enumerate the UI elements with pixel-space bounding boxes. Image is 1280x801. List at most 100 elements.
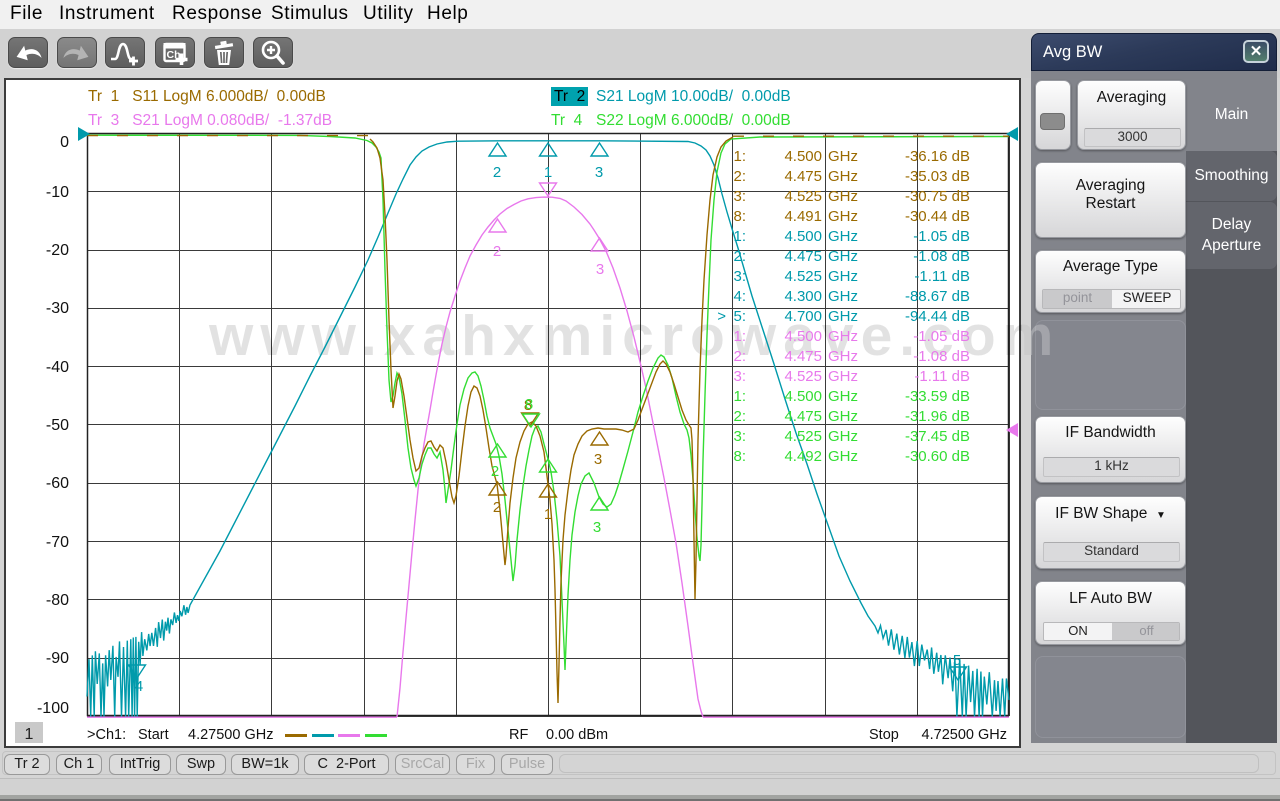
svg-text:-1.11 dB: -1.11 dB xyxy=(914,268,970,285)
svg-text:Tr 4: Tr 4 xyxy=(551,112,583,129)
svg-text:3:: 3: xyxy=(733,428,746,445)
svg-text:4.525: 4.525 xyxy=(784,188,822,205)
svg-text:4.475: 4.475 xyxy=(784,168,822,185)
svg-text:Tr 1 S11 LogM 6.000dB/ 0.0: Tr 1 S11 LogM 6.000dB/ 0.00dB xyxy=(88,88,326,105)
svg-text:2:: 2: xyxy=(733,348,746,365)
svg-text:4:: 4: xyxy=(733,288,746,305)
svg-text:>Ch1:: >Ch1: xyxy=(87,727,126,743)
svg-text:2: 2 xyxy=(493,243,501,260)
svg-text:3:: 3: xyxy=(733,188,746,205)
svg-text:1:: 1: xyxy=(733,228,746,245)
svg-text:4.72500 GHz: 4.72500 GHz xyxy=(922,727,1007,743)
svg-text:GHz: GHz xyxy=(828,288,858,305)
svg-text:2: 2 xyxy=(491,463,499,480)
svg-text:3: 3 xyxy=(593,519,601,536)
svg-text:4: 4 xyxy=(135,678,143,695)
svg-text:-30.60 dB: -30.60 dB xyxy=(905,448,970,465)
svg-text:4.300: 4.300 xyxy=(784,288,822,305)
svg-text:GHz: GHz xyxy=(828,148,858,165)
svg-text:-1.08 dB: -1.08 dB xyxy=(913,348,970,365)
svg-text:-60: -60 xyxy=(46,475,69,492)
svg-text:3: 3 xyxy=(594,451,602,468)
svg-text:-1.05 dB: -1.05 dB xyxy=(913,228,970,245)
svg-text:GHz: GHz xyxy=(828,268,858,285)
svg-text:-50: -50 xyxy=(46,417,69,434)
svg-text:GHz: GHz xyxy=(828,188,858,205)
svg-text:1: 1 xyxy=(544,164,552,181)
svg-text:-37.45 dB: -37.45 dB xyxy=(905,428,970,445)
svg-text:Tr 2: Tr 2 xyxy=(554,88,585,105)
svg-text:1:: 1: xyxy=(733,148,746,165)
svg-text:3: 3 xyxy=(596,261,604,278)
svg-text:-31.96 dB: -31.96 dB xyxy=(905,408,970,425)
svg-text:GHz: GHz xyxy=(828,228,858,245)
svg-text:-33.59 dB: -33.59 dB xyxy=(905,388,970,405)
svg-text:4.475: 4.475 xyxy=(784,248,822,265)
svg-text:4.700: 4.700 xyxy=(784,308,822,325)
svg-text:GHz: GHz xyxy=(828,428,858,445)
svg-text:-36.16 dB: -36.16 dB xyxy=(905,148,970,165)
svg-text:>: > xyxy=(717,308,726,325)
svg-text:-40: -40 xyxy=(46,359,69,376)
svg-text:4.500: 4.500 xyxy=(784,328,822,345)
svg-text:GHz: GHz xyxy=(828,348,858,365)
svg-text:S22 LogM 6.000dB/ 0.00dB: S22 LogM 6.000dB/ 0.00dB xyxy=(596,112,791,129)
svg-text:4.500: 4.500 xyxy=(784,228,822,245)
svg-text:-88.67 dB: -88.67 dB xyxy=(905,288,970,305)
svg-text:5:: 5: xyxy=(733,308,746,325)
svg-text:4.475: 4.475 xyxy=(784,408,822,425)
svg-text:S21 LogM 10.00dB/ 0.00dB: S21 LogM 10.00dB/ 0.00dB xyxy=(596,88,791,105)
svg-text:Tr 3 S21 LogM 0.080dB/ -1.: Tr 3 S21 LogM 0.080dB/ -1.37dB xyxy=(88,112,332,129)
svg-text:GHz: GHz xyxy=(828,328,858,345)
svg-text:-1.05 dB: -1.05 dB xyxy=(913,328,970,345)
svg-text:3: 3 xyxy=(595,164,603,181)
svg-text:1:: 1: xyxy=(733,328,746,345)
svg-text:GHz: GHz xyxy=(828,448,858,465)
svg-text:GHz: GHz xyxy=(828,168,858,185)
svg-text:-30: -30 xyxy=(46,300,69,317)
svg-text:RF: RF xyxy=(509,727,528,743)
svg-text:2:: 2: xyxy=(733,408,746,425)
svg-text:2:: 2: xyxy=(733,168,746,185)
svg-text:-80: -80 xyxy=(46,592,69,609)
svg-text:1: 1 xyxy=(25,726,34,743)
svg-text:2:: 2: xyxy=(733,248,746,265)
svg-text:4.525: 4.525 xyxy=(784,428,822,445)
svg-text:GHz: GHz xyxy=(828,308,858,325)
svg-text:4.525: 4.525 xyxy=(784,268,822,285)
svg-text:0: 0 xyxy=(60,134,69,151)
svg-text:8:: 8: xyxy=(733,448,746,465)
svg-text:8:: 8: xyxy=(733,208,746,225)
svg-text:0.00 dBm: 0.00 dBm xyxy=(546,727,608,743)
svg-text:4.492: 4.492 xyxy=(784,448,822,465)
svg-text:1:: 1: xyxy=(733,388,746,405)
svg-text:Stop: Stop xyxy=(869,727,899,743)
svg-text:4.491: 4.491 xyxy=(784,208,822,225)
svg-text:-20: -20 xyxy=(46,242,69,259)
svg-text:GHz: GHz xyxy=(828,388,858,405)
svg-text:5: 5 xyxy=(953,652,961,669)
svg-text:-1.08 dB: -1.08 dB xyxy=(913,248,970,265)
svg-text:3:: 3: xyxy=(733,268,746,285)
svg-text:-1.11 dB: -1.11 dB xyxy=(914,368,970,385)
svg-text:-30.75 dB: -30.75 dB xyxy=(905,188,970,205)
svg-text:2: 2 xyxy=(493,499,501,516)
svg-text:GHz: GHz xyxy=(828,408,858,425)
svg-text:4.500: 4.500 xyxy=(784,148,822,165)
svg-text:Start: Start xyxy=(138,727,169,743)
svg-text:4.500: 4.500 xyxy=(784,388,822,405)
svg-text:-90: -90 xyxy=(46,650,69,667)
svg-text:-30.44 dB: -30.44 dB xyxy=(905,208,970,225)
svg-text:4.27500 GHz: 4.27500 GHz xyxy=(188,727,273,743)
svg-text:4.525: 4.525 xyxy=(784,368,822,385)
svg-text:-35.03 dB: -35.03 dB xyxy=(905,168,970,185)
svg-text:3:: 3: xyxy=(733,368,746,385)
svg-text:-10: -10 xyxy=(46,184,69,201)
svg-text:4.475: 4.475 xyxy=(784,348,822,365)
svg-text:GHz: GHz xyxy=(828,248,858,265)
svg-text:-70: -70 xyxy=(46,534,69,551)
svg-text:-100: -100 xyxy=(37,700,69,717)
svg-text:GHz: GHz xyxy=(828,368,858,385)
svg-text:-94.44 dB: -94.44 dB xyxy=(905,308,970,325)
svg-text:GHz: GHz xyxy=(828,208,858,225)
